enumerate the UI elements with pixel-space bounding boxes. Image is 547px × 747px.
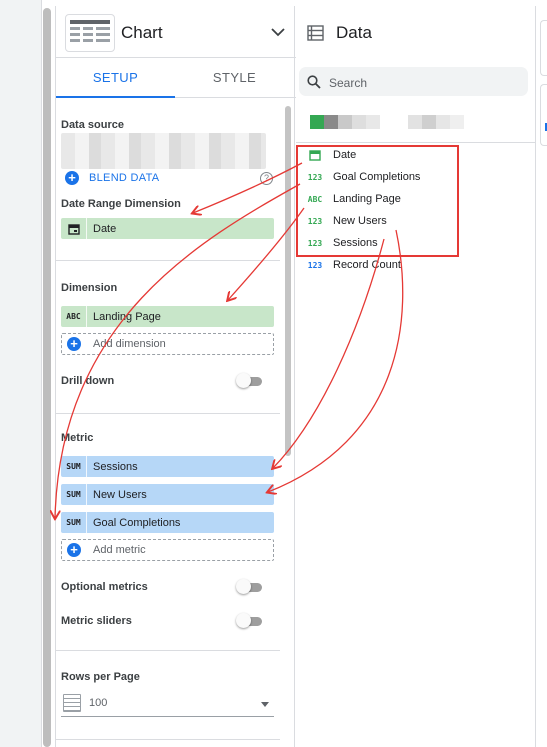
metric-chip-label: New Users [93,488,147,501]
metric-chip-label: Sessions [93,460,138,473]
setup-body: Data source + BLEND DATA ? Date Range Di… [56,98,296,747]
dimension-type-tag: ABC [61,306,87,327]
chevron-down-icon[interactable] [270,24,286,40]
drill-down-label: Drill down [61,375,115,387]
field-record-count[interactable]: 123 Record Count [306,255,401,275]
app-root: Chart SETUP STYLE Data source + BLEND DA… [0,0,547,747]
left-gutter [0,0,42,747]
number-type-icon: 123 [307,260,323,270]
dimension-chip[interactable]: ABC Landing Page [61,306,274,327]
divider [56,260,280,261]
right-panel-card[interactable] [540,20,547,76]
metric-sliders-toggle[interactable] [236,613,262,628]
number-type-icon: 123 [307,238,323,248]
add-dimension-label: Add dimension [93,338,166,350]
number-type-icon: 123 [307,216,323,226]
search-icon [307,75,321,89]
number-type-icon: 123 [307,172,323,182]
field-label: Record Count [333,259,401,271]
tab-style[interactable]: STYLE [175,58,294,98]
rows-per-page-label: Rows per Page [61,671,140,683]
field-label: New Users [333,215,387,227]
blend-data-label: BLEND DATA [89,172,160,184]
help-icon[interactable]: ? [260,172,273,185]
data-source-selector[interactable] [61,133,266,169]
rows-per-page-select[interactable]: 100 [61,691,274,717]
chart-properties-panel: Chart SETUP STYLE Data source + BLEND DA… [55,6,296,747]
field-label: Sessions [333,237,378,249]
date-range-label: Date Range Dimension [61,198,181,210]
blend-data-button[interactable]: + BLEND DATA [65,171,159,185]
table-chart-icon[interactable] [65,14,115,52]
divider [56,413,280,414]
field-landing-page[interactable]: ABC Landing Page [306,189,401,209]
field-new-users[interactable]: 123 New Users [306,211,387,231]
field-date[interactable]: Date [306,145,356,165]
chart-header: Chart [56,6,296,58]
calendar-icon [61,218,87,239]
add-dimension-button[interactable]: + Add dimension [61,333,274,355]
field-label: Date [333,149,357,161]
outer-scrollbar[interactable] [43,8,51,747]
metric-label: Metric [61,432,94,444]
date-range-chip[interactable]: Date [61,218,274,239]
field-label: Goal Completions [333,171,421,183]
field-sessions[interactable]: 123 Sessions [306,233,378,253]
chart-tabs: SETUP STYLE [56,58,296,98]
rows-icon [63,694,81,712]
field-goal-completions[interactable]: 123 Goal Completions [306,167,421,187]
divider [296,142,536,143]
setup-scrollbar[interactable] [285,106,291,456]
field-label: Landing Page [333,193,401,205]
search-placeholder: Search [329,76,368,90]
date-range-chip-label: Date [93,222,117,235]
caret-down-icon [261,702,269,707]
right-panel-card[interactable] [540,84,547,146]
add-metric-label: Add metric [93,544,146,556]
data-panel: Data Search Date 123 Goal Completions AB… [296,6,536,747]
divider [56,739,280,740]
metric-type-tag: SUM [61,456,87,477]
add-metric-button[interactable]: + Add metric [61,539,274,561]
database-icon [307,25,324,41]
metric-chip[interactable]: SUM New Users [61,484,274,505]
tab-setup[interactable]: SETUP [56,58,175,98]
add-icon: + [65,171,79,185]
metric-sliders-label: Metric sliders [61,615,132,627]
metric-chip[interactable]: SUM Goal Completions [61,512,274,533]
dimension-chip-label: Landing Page [93,310,161,323]
drill-down-toggle[interactable] [236,373,262,388]
rows-per-page-value: 100 [89,697,108,709]
calendar-icon [306,148,324,162]
metric-type-tag: SUM [61,484,87,505]
divider [56,650,280,651]
metric-type-tag: SUM [61,512,87,533]
data-source-name[interactable] [310,115,464,129]
field-search-input[interactable]: Search [299,67,528,96]
add-icon: + [67,543,81,557]
optional-metrics-label: Optional metrics [61,581,148,593]
add-icon: + [67,337,81,351]
metric-chip-label: Goal Completions [93,516,181,529]
optional-metrics-toggle[interactable] [236,579,262,594]
metric-chip[interactable]: SUM Sessions [61,456,274,477]
data-source-label: Data source [61,119,124,131]
dimension-label: Dimension [61,282,118,294]
text-type-icon: ABC [307,194,323,204]
data-title: Data [336,23,372,42]
chart-title: Chart [121,23,163,42]
data-header: Data [296,6,536,58]
